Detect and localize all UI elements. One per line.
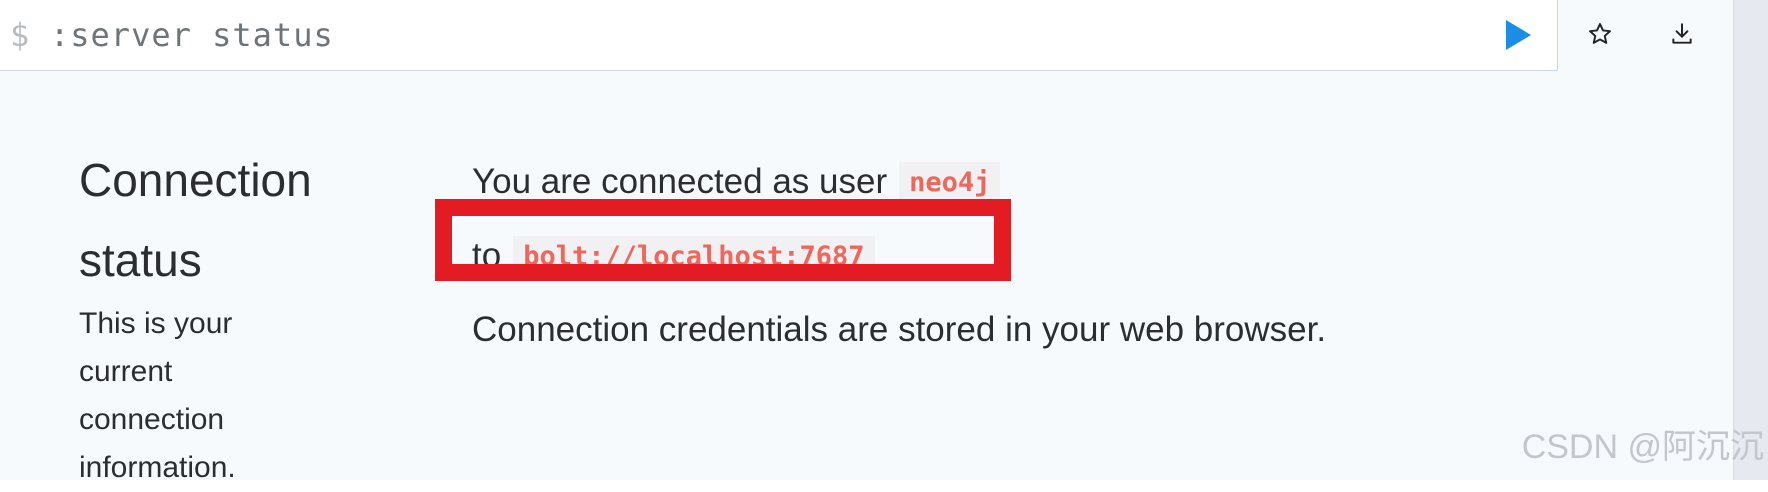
annotation-box [435,199,1011,281]
download-button[interactable] [1660,12,1704,56]
favorite-button[interactable] [1578,12,1622,56]
title-line-1: Connection [79,154,312,206]
play-icon[interactable] [1503,18,1533,52]
page-title: Connection status [79,140,379,300]
right-scrollbar[interactable] [1734,0,1768,480]
credentials-note: Connection credentials are stored in you… [472,310,1327,349]
command-text[interactable]: :server status [50,16,334,54]
title-line-2: status [79,234,202,286]
connected-prefix: You are connected as user [472,162,888,201]
star-icon [1589,23,1611,44]
sidebar-panel: Connection status This is your current c… [79,140,379,492]
command-editor[interactable]: $ :server status [0,0,1558,71]
username-code: neo4j [899,161,1001,203]
prompt-symbol: $ [10,16,30,54]
watermark: CSDN @阿沉沉 [1521,428,1764,466]
sidebar-description: This is your current connection informat… [79,307,236,484]
download-icon [1672,23,1692,44]
